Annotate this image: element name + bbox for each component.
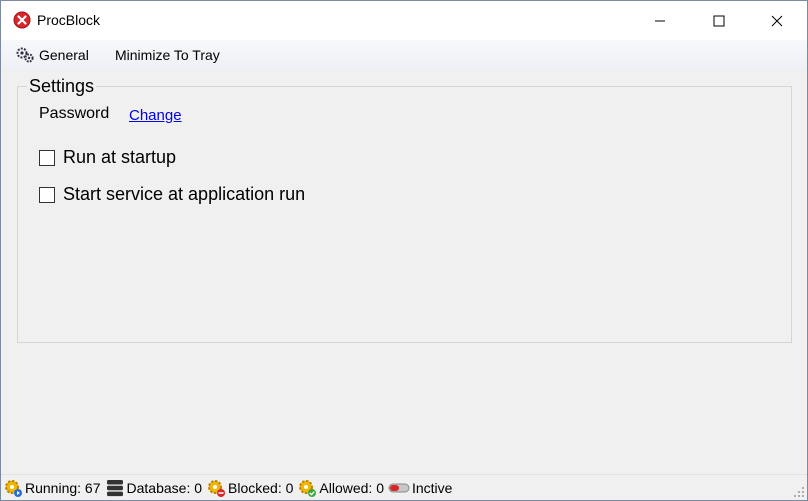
status-blocked: Blocked: 0 [206,478,293,498]
minimize-button[interactable] [637,1,683,40]
settings-groupbox [17,86,792,343]
toggle-off-icon [388,483,410,492]
status-blocked-text: Blocked: 0 [228,479,294,496]
run-at-startup-checkbox[interactable] [39,149,55,166]
menu-tray-label: Minimize To Tray [115,47,220,63]
status-service-text: Inctive [411,479,453,496]
close-icon [771,15,783,26]
title-bar[interactable]: ProcBlock [1,1,807,40]
menu-bar: General Minimize To Tray [1,40,807,70]
status-allowed-text: Allowed: 0 [319,479,384,496]
close-button[interactable] [754,1,800,40]
main-window: ProcBlock General Minimize To Tray Setti… [0,0,808,501]
menu-general-label: General [39,47,89,63]
status-service: Inctive [388,478,452,498]
gears-icon [16,47,34,63]
running-gear-icon [5,479,22,497]
app-icon [13,11,31,29]
status-database-text: Database: 0 [126,479,203,496]
window-title: ProcBlock [37,12,101,28]
resize-grip-icon[interactable] [793,486,805,498]
status-bar: Running: 67 Database: 0 Blocked: 0 Allow… [1,474,807,500]
status-running: Running: 67 [3,478,101,498]
maximize-icon [713,15,725,26]
menu-minimize-to-tray[interactable]: Minimize To Tray [115,46,220,64]
start-service-row[interactable]: Start service at application run [39,184,305,205]
start-service-checkbox[interactable] [39,186,55,203]
start-service-label[interactable]: Start service at application run [63,184,305,205]
settings-legend: Settings [27,76,97,97]
database-icon [106,479,123,496]
password-label: Password [39,105,110,122]
change-password-link[interactable]: Change [129,107,182,124]
menu-general[interactable]: General [15,46,89,64]
status-running-text: Running: 67 [25,479,101,496]
allowed-gear-icon [299,479,317,497]
minimize-icon [655,20,665,21]
blocked-gear-icon [208,479,226,497]
status-database: Database: 0 [105,478,203,498]
maximize-button[interactable] [696,1,742,40]
run-at-startup-row[interactable]: Run at startup [39,147,176,168]
status-allowed: Allowed: 0 [297,478,384,498]
run-at-startup-label[interactable]: Run at startup [63,147,176,168]
